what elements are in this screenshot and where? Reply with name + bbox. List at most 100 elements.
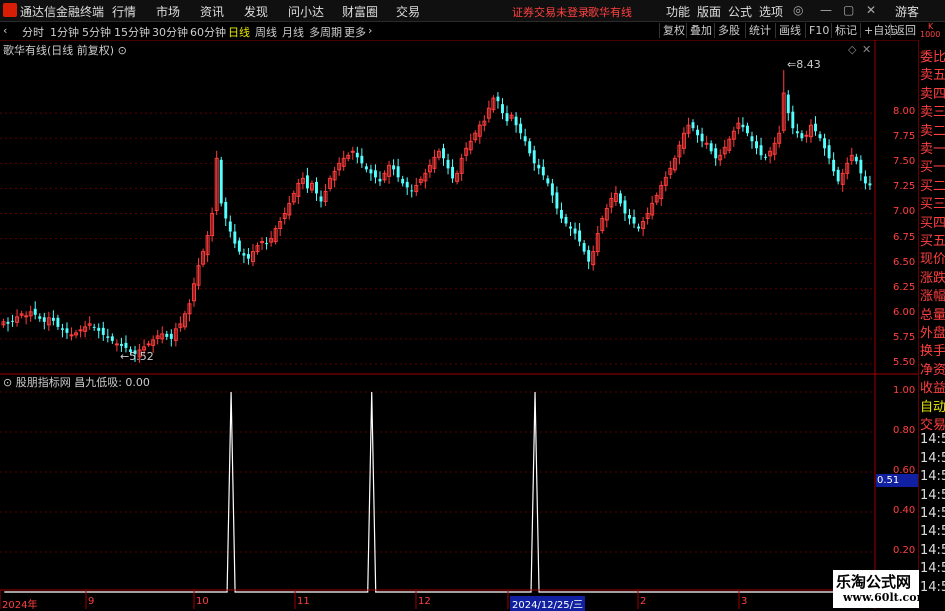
menu-item-formula[interactable]: 公式 — [728, 3, 752, 20]
menu-item-market[interactable]: 市场 — [156, 3, 180, 20]
draw-line-button[interactable]: 画线 — [775, 23, 804, 38]
side-panel-label: 外盘 — [920, 326, 945, 341]
chevron-left-icon[interactable]: ‹ — [3, 24, 7, 37]
kline-chart[interactable] — [0, 40, 918, 609]
candle-body-down — [714, 148, 718, 159]
candle-body-down — [505, 113, 509, 122]
user-label[interactable]: 游客 — [895, 3, 919, 20]
side-panel-label: 总量 — [920, 307, 945, 323]
candle-body-down — [618, 193, 622, 204]
period-tab-daily[interactable]: 日线 — [228, 24, 250, 40]
candle-body-down — [360, 155, 364, 164]
chart-close-icon[interactable]: ✕ — [862, 43, 871, 56]
candle-body-down — [759, 145, 763, 156]
period-tab-multi[interactable]: 多周期 — [309, 24, 342, 40]
period-tab-5m[interactable]: 5分钟 — [82, 24, 111, 40]
back-button[interactable]: 返回 — [890, 23, 919, 38]
chevron-right-icon[interactable]: › — [368, 24, 372, 37]
candle-body-down — [319, 196, 323, 202]
candle-body-down — [818, 134, 822, 139]
candle-body-down — [868, 183, 872, 186]
period-tab-60m[interactable]: 60分钟 — [190, 24, 226, 40]
candle-body-down — [546, 178, 550, 184]
menu-item-layout[interactable]: 版面 — [697, 3, 721, 20]
low-price-label: ←5.52 — [120, 350, 154, 363]
chevron-down-icon[interactable]: ⊙ — [118, 44, 127, 57]
side-panel-label: 收益 — [920, 381, 945, 397]
candle-body-down — [219, 159, 223, 204]
menu-item-wealth[interactable]: 财富圈 — [342, 3, 378, 20]
period-tab-weekly[interactable]: 周线 — [255, 24, 277, 40]
indicator-tick-label: 0.20 — [893, 545, 916, 556]
headset-icon[interactable]: ◎ — [793, 3, 803, 17]
price-tick-label: 5.75 — [893, 331, 916, 343]
period-tab-30m[interactable]: 30分钟 — [152, 24, 188, 40]
menu-item-trade[interactable]: 交易 — [396, 3, 420, 20]
side-panel-label: 现价 — [920, 252, 945, 268]
login-status[interactable]: 证券交易未登录 — [512, 4, 589, 20]
candle-body-down — [6, 321, 10, 324]
side-panel-label: 14:56 — [920, 561, 945, 577]
date-tick-label: 11 — [297, 596, 310, 607]
candle-body-down — [242, 253, 246, 256]
candle-body-down — [854, 156, 858, 162]
side-panel-label: 14:56 — [920, 542, 945, 558]
main-chart-title: 歌华有线(日线 前复权) ⊙ — [3, 44, 127, 57]
candle-body-down — [501, 104, 504, 114]
menu-item-options[interactable]: 选项 — [759, 3, 783, 20]
overlay-button[interactable]: 叠加 — [686, 23, 715, 38]
candle-body-down — [106, 336, 110, 338]
side-panel-label: 涨幅 — [920, 289, 945, 305]
candle-body-down — [305, 175, 309, 189]
menu-item-quotes[interactable]: 行情 — [112, 3, 136, 20]
candle-body-down — [378, 178, 382, 182]
diamond-icon[interactable]: ◇ — [848, 43, 856, 56]
candle-body-down — [755, 141, 758, 149]
period-toolbar: ‹ 分时 1分钟 5分钟 15分钟 30分钟 60分钟 日线 周线 月线 多周期… — [0, 22, 945, 41]
candle-body-down — [541, 166, 545, 176]
menu-item-function[interactable]: 功能 — [666, 3, 690, 20]
candle-body-up — [804, 134, 809, 137]
period-tab-15m[interactable]: 15分钟 — [114, 24, 150, 40]
candle-body-down — [573, 228, 577, 234]
period-tab-more[interactable]: 更多 — [344, 24, 366, 40]
f10-button[interactable]: F10 — [805, 23, 832, 38]
high-price-label: ⇐8.43 — [787, 58, 821, 71]
period-tab-monthly[interactable]: 月线 — [282, 24, 304, 40]
circle-icon[interactable]: ⊙ — [3, 376, 12, 389]
close-icon[interactable]: ✕ — [866, 3, 876, 17]
maximize-icon[interactable]: ▢ — [843, 3, 854, 17]
mark-button[interactable]: 标记 — [831, 23, 860, 38]
candle-body-down — [451, 166, 455, 179]
menu-item-news[interactable]: 资讯 — [200, 3, 224, 20]
period-tab-1m[interactable]: 1分钟 — [50, 24, 79, 40]
candle-body-down — [110, 336, 114, 341]
candle-body-down — [355, 152, 359, 158]
price-tick-label: 7.00 — [893, 206, 916, 218]
candle-body-down — [587, 250, 591, 262]
candle-body-down — [791, 111, 795, 129]
watermark-url: www.60lt.com — [843, 591, 929, 604]
period-tab-tick[interactable]: 分时 — [22, 24, 44, 40]
candle-body-down — [119, 343, 123, 346]
candle-body-down — [696, 129, 700, 136]
adjust-button[interactable]: 复权 — [659, 23, 688, 38]
multi-stock-button[interactable]: 多股 — [714, 23, 743, 38]
candle-body-down — [51, 317, 55, 321]
stock-name-header: 歌华有线 — [588, 6, 632, 19]
side-panel-label[interactable]: 交易 — [920, 414, 945, 433]
side-panel-label[interactable]: 自动 — [920, 396, 945, 415]
candle-body-down — [832, 159, 836, 172]
date-tick-label: 9 — [88, 596, 95, 607]
indicator-line — [4, 391, 871, 593]
menu-item-ask[interactable]: 问小达 — [288, 3, 324, 20]
menu-item-discover[interactable]: 发现 — [244, 3, 268, 20]
candle-body-down — [578, 230, 582, 242]
stats-button[interactable]: 统计 — [745, 23, 774, 38]
candle-body-up — [114, 343, 119, 346]
minimize-icon[interactable]: — — [820, 3, 832, 17]
candle-body-down — [265, 243, 269, 245]
site-watermark: 乐淘公式网 www.60lt.com — [833, 570, 928, 608]
candle-body-down — [632, 217, 636, 224]
side-panel-label: 卖三 — [920, 105, 945, 121]
